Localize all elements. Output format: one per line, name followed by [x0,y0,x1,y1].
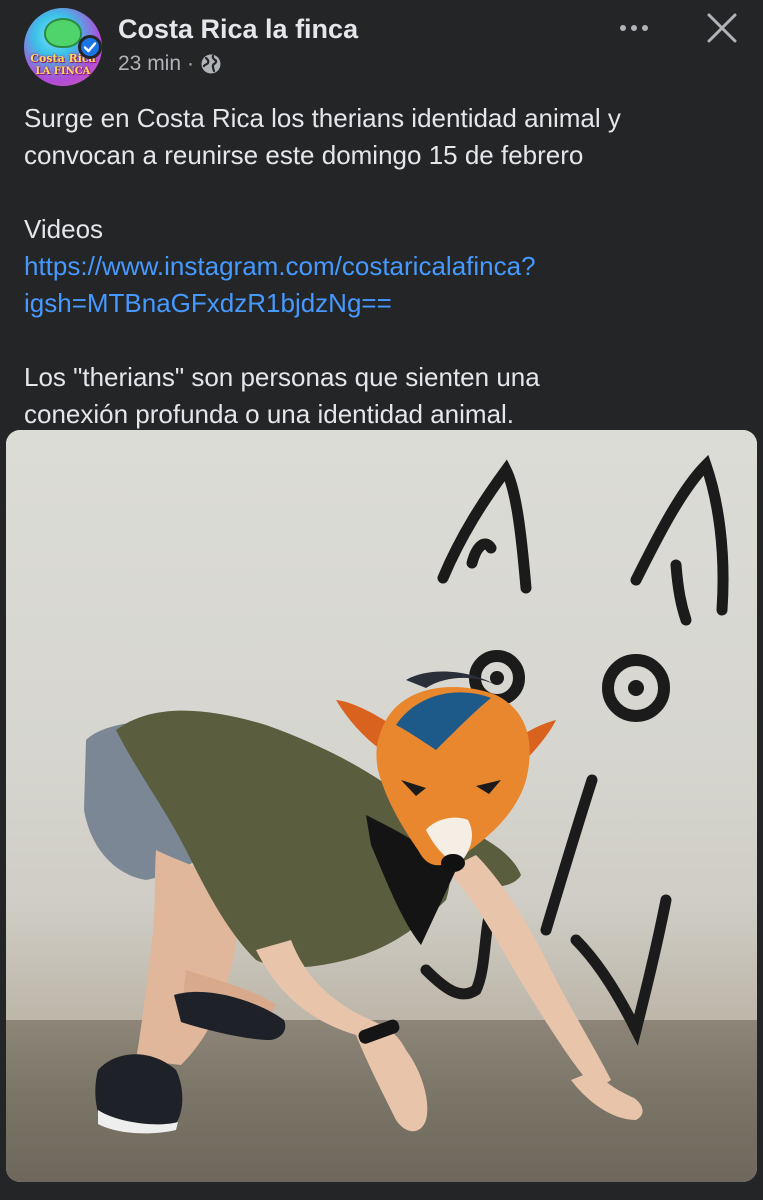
instagram-link-line2[interactable]: igsh=MTBnaGFxdzR1bjdzNg== [24,288,392,318]
post-timestamp[interactable]: 23 min [118,52,181,76]
videos-label: Videos [24,214,104,244]
more-dot [620,25,626,31]
more-dot [631,25,637,31]
globe-icon[interactable] [200,53,222,75]
verified-badge-icon [78,35,102,59]
post-body: Surge en Costa Rica los therians identid… [24,100,744,433]
instagram-link[interactable]: https://www.instagram.com/costaricalafin… [24,248,744,322]
instagram-link-line1[interactable]: https://www.instagram.com/costaricalafin… [24,251,536,281]
more-options-icon[interactable] [612,18,656,38]
photo-illustration [84,454,729,1134]
post-text-line: Los "therians" son personas que sienten … [24,362,540,392]
post-photo[interactable] [6,430,757,1182]
post-text-line: Surge en Costa Rica los therians identid… [24,103,621,133]
more-dot [642,25,648,31]
post-text-line: conexión profunda o una identidad animal… [24,399,515,429]
avatar-frog-logo [44,18,82,48]
page-name-link[interactable]: Costa Rica la finca [118,14,358,45]
post-header: Costa Rica LA FINCA Costa Rica la finca … [0,0,763,90]
bottom-edge [0,1186,763,1200]
post-text-line: convocan a reunirse este domingo 15 de f… [24,140,584,170]
meta-separator: · [187,52,195,75]
close-icon[interactable] [702,8,742,48]
avatar-logo-subtext: LA FINCA [35,66,91,77]
post-meta: 23 min · [118,52,222,76]
